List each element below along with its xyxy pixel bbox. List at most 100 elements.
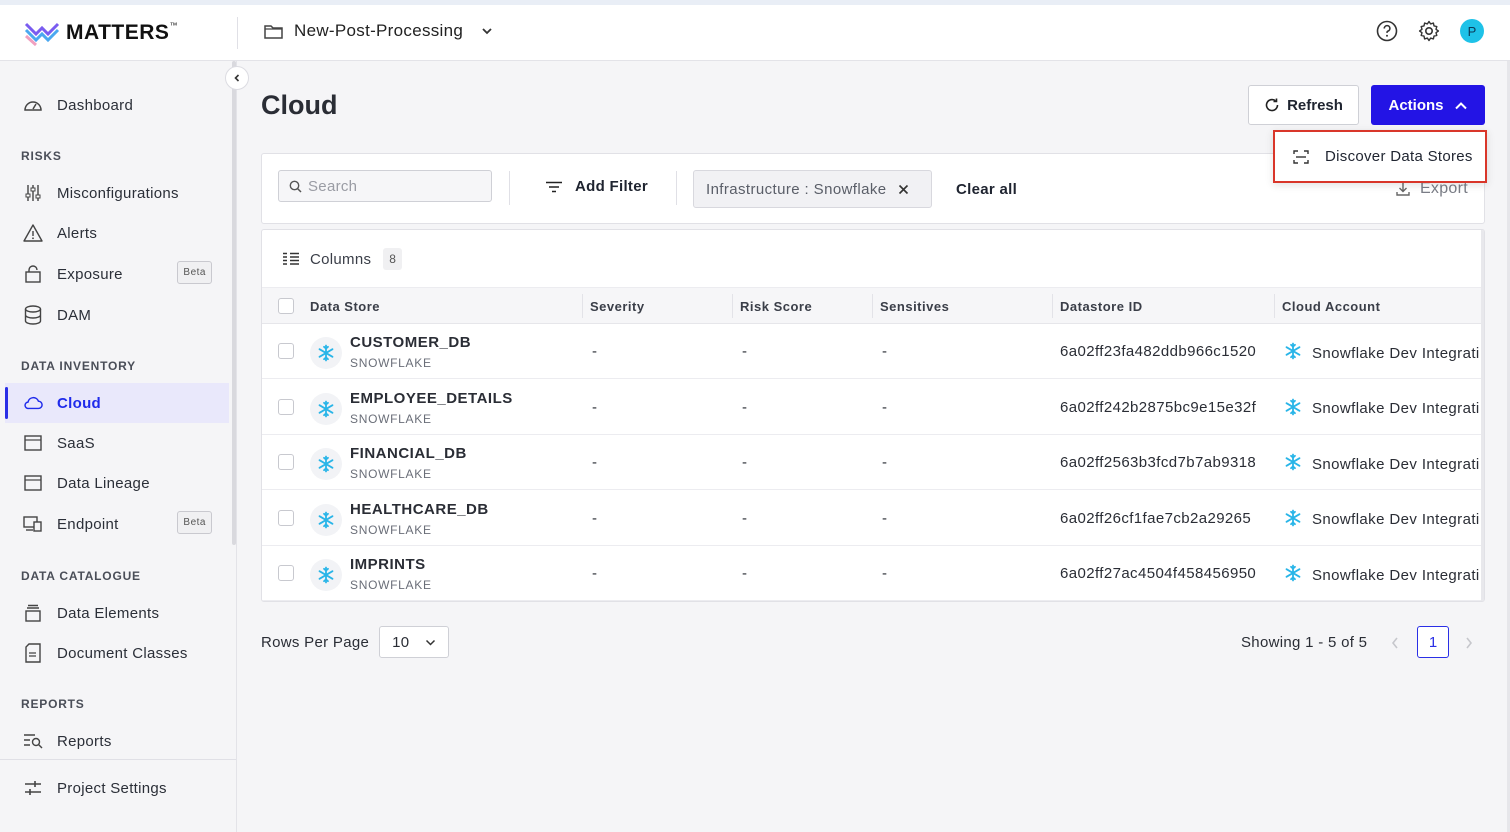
devices-icon xyxy=(23,514,43,534)
project-name: New-Post-Processing xyxy=(294,21,464,40)
page-button-1[interactable]: 1 xyxy=(1417,626,1449,658)
datastore-id-cell: 6a02ff26cf1fae7cb2a29265 xyxy=(1060,509,1252,527)
sidebar-item-alerts[interactable]: Alerts xyxy=(5,213,229,253)
snowflake-icon xyxy=(310,392,342,425)
sidebar-item-saas[interactable]: SaaS xyxy=(5,423,229,463)
cloud-account-cell[interactable]: Snowflake Dev Integrati xyxy=(1284,342,1480,364)
avatar[interactable]: P xyxy=(1460,19,1484,43)
sidebar-item-data-elements[interactable]: Data Elements xyxy=(5,593,229,633)
sidebar-item-data-lineage[interactable]: Data Lineage xyxy=(5,463,229,503)
top-icons: P xyxy=(1376,19,1484,43)
columns-button[interactable]: Columns 8 xyxy=(282,248,403,270)
clear-all-button[interactable]: Clear all xyxy=(956,181,1017,198)
project-selector[interactable]: New-Post-Processing xyxy=(264,21,493,41)
sidebar-item-label: Project Settings xyxy=(57,779,167,797)
divider xyxy=(0,759,236,760)
sidebar-scrollbar[interactable] xyxy=(232,61,236,545)
scan-icon xyxy=(1293,149,1309,164)
columns-label: Columns xyxy=(310,250,372,268)
refresh-button[interactable]: Refresh xyxy=(1248,85,1359,125)
rows-per-page-select[interactable]: 10 xyxy=(379,626,450,658)
gauge-icon xyxy=(23,95,43,115)
row-checkbox[interactable] xyxy=(278,565,294,581)
risk-score-cell: - xyxy=(742,398,748,416)
sensitives-cell: - xyxy=(882,343,888,360)
beta-badge: Beta xyxy=(177,511,212,534)
cloud-account-label: Snowflake Dev Integrati xyxy=(1312,344,1480,362)
header-datastore-id[interactable]: Datastore ID xyxy=(1060,299,1143,314)
refresh-label: Refresh xyxy=(1287,96,1343,114)
severity-cell: - xyxy=(592,343,598,360)
table-scrollbar[interactable] xyxy=(1481,230,1484,601)
sliders-icon xyxy=(23,183,43,203)
sensitives-cell: - xyxy=(882,565,888,582)
header-risk-score[interactable]: Risk Score xyxy=(740,299,812,314)
table-row[interactable]: FINANCIAL_DB SNOWFLAKE - - - 6a02ff2563b3fcd7… xyxy=(262,435,1482,490)
add-filter-label: Add Filter xyxy=(575,178,648,195)
severity-cell: - xyxy=(592,509,598,527)
sidebar-item-dashboard[interactable]: Dashboard xyxy=(5,85,229,125)
divider xyxy=(582,294,583,318)
datastore-id-cell: 6a02ff23fa482ddb966c1520 xyxy=(1060,343,1257,360)
sensitives-cell: - xyxy=(882,454,888,471)
search-input[interactable] xyxy=(308,177,488,195)
row-checkbox[interactable] xyxy=(278,454,294,470)
cloud-account-cell[interactable]: Snowflake Dev Integrati xyxy=(1284,398,1480,420)
filter-chip-label: Infrastructure : Snowflake xyxy=(706,180,887,198)
actions-dropdown-item-discover[interactable]: Discover Data Stores xyxy=(1273,130,1487,183)
header-sensitives[interactable]: Sensitives xyxy=(880,299,949,314)
sidebar-item-reports[interactable]: Reports xyxy=(5,721,229,761)
divider xyxy=(872,294,873,318)
logo[interactable]: MATTERS™ xyxy=(24,20,178,46)
header-severity[interactable]: Severity xyxy=(590,299,645,314)
sidebar-item-endpoint[interactable]: Endpoint Beta xyxy=(5,504,229,544)
table-row[interactable]: IMPRINTS SNOWFLAKE - - - 6a02ff27ac4504f45845… xyxy=(262,546,1482,601)
select-all-checkbox[interactable] xyxy=(278,298,294,314)
datastore-id-cell: 6a02ff2563b3fcd7b7ab9318 xyxy=(1060,454,1257,471)
cloud-account-cell[interactable]: Snowflake Dev Integrati xyxy=(1284,509,1480,531)
sidebar-item-exposure[interactable]: Exposure Beta xyxy=(5,254,229,294)
sidebar-item-project-settings[interactable]: Project Settings xyxy=(5,768,229,808)
columns-icon xyxy=(283,252,299,265)
divider xyxy=(732,294,733,318)
sidebar-item-document-classes[interactable]: Document Classes xyxy=(5,633,229,673)
row-checkbox[interactable] xyxy=(278,343,294,359)
divider xyxy=(509,171,510,205)
sidebar-item-misconfigurations[interactable]: Misconfigurations xyxy=(5,173,229,213)
actions-button[interactable]: Actions xyxy=(1371,85,1485,125)
table-row[interactable]: EMPLOYEE_DETAILS SNOWFLAKE - - - 6a02ff242b28… xyxy=(262,380,1482,435)
table-row[interactable]: HEALTHCARE_DB SNOWFLAKE - - - 6a02ff26cf1fae7… xyxy=(262,491,1482,546)
chevron-right-icon[interactable] xyxy=(1464,636,1474,650)
close-icon[interactable] xyxy=(898,184,909,195)
datastore-name[interactable]: HEALTHCARE_DB xyxy=(350,501,489,518)
header-cloud-account[interactable]: Cloud Account xyxy=(1282,299,1380,314)
gear-icon[interactable] xyxy=(1418,20,1440,42)
cloud-account-label: Snowflake Dev Integrati xyxy=(1312,511,1480,528)
help-icon[interactable] xyxy=(1376,20,1398,42)
datastore-name[interactable]: CUSTOMER_DB xyxy=(350,334,471,351)
datastore-name[interactable]: IMPRINTS xyxy=(350,556,426,573)
settings-sliders-icon xyxy=(23,778,43,798)
severity-cell: - xyxy=(592,454,598,471)
table-row[interactable]: CUSTOMER_DB SNOWFLAKE - - - 6a02ff23fa482ddb9… xyxy=(262,324,1482,379)
sidebar-item-dam[interactable]: DAM xyxy=(5,295,229,335)
sidebar-collapse-button[interactable] xyxy=(225,66,249,90)
cloud-account-cell[interactable]: Snowflake Dev Integrati xyxy=(1284,564,1480,586)
datastore-name[interactable]: FINANCIAL_DB xyxy=(350,445,467,462)
chevron-left-icon[interactable] xyxy=(1390,636,1400,650)
dropdown-item-label: Discover Data Stores xyxy=(1325,148,1473,165)
datastore-id-cell: 6a02ff242b2875bc9e15e32f xyxy=(1060,398,1257,416)
add-filter-button[interactable]: Add Filter xyxy=(545,178,648,195)
search-box[interactable] xyxy=(278,170,492,202)
datastore-name[interactable]: EMPLOYEE_DETAILS xyxy=(350,390,513,407)
sidebar-item-cloud[interactable]: Cloud xyxy=(5,383,229,423)
row-checkbox[interactable] xyxy=(278,509,294,526)
chevron-left-icon xyxy=(234,74,240,82)
header-data-store[interactable]: Data Store xyxy=(310,299,380,314)
cloud-account-cell[interactable]: Snowflake Dev Integrati xyxy=(1284,453,1480,475)
rows-per-page-value: 10 xyxy=(392,633,410,651)
divider xyxy=(676,171,677,205)
filter-chip[interactable]: Infrastructure : Snowflake xyxy=(693,170,932,208)
row-checkbox[interactable] xyxy=(278,398,294,415)
window-icon xyxy=(23,473,43,493)
